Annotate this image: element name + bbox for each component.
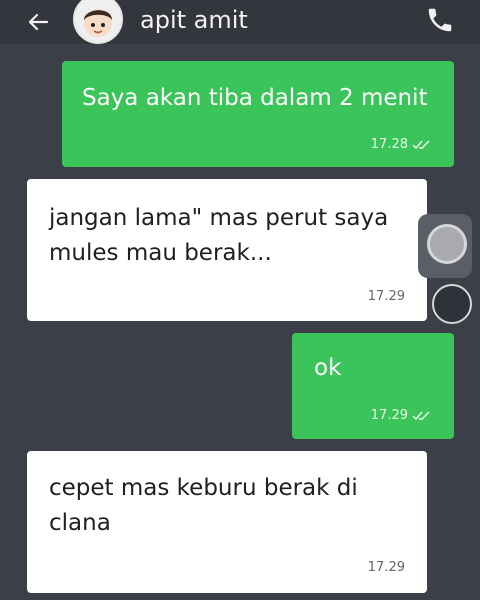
message-line-1: jangan lama" mas perut saya <box>49 205 389 231</box>
message-meta: 17.28 <box>371 137 432 153</box>
message-text: jangan lama" mas perut saya mules mau be… <box>49 201 388 271</box>
message-line-2: clana <box>49 510 111 536</box>
call-button[interactable] <box>420 0 460 40</box>
double-check-icon <box>412 411 430 421</box>
message-line-2: mules mau berak... <box>49 240 272 266</box>
avatar[interactable] <box>73 0 123 44</box>
message-bubble-incoming[interactable]: cepet mas keburu berak di clana 17.29 <box>27 451 427 593</box>
phone-icon <box>428 8 452 32</box>
message-bubble-incoming[interactable]: jangan lama" mas perut saya mules mau be… <box>27 179 427 321</box>
message-text: ok <box>314 355 342 381</box>
arrow-left-icon <box>28 13 49 31</box>
message-meta: 17.29 <box>371 408 432 424</box>
back-button[interactable] <box>20 4 56 40</box>
avatar-face-icon <box>84 9 112 37</box>
message-bubble-outgoing[interactable]: Saya akan tiba dalam 2 menit 17.28 <box>62 61 454 167</box>
floating-circle-button[interactable] <box>432 284 472 324</box>
message-text: Saya akan tiba dalam 2 menit <box>82 85 428 111</box>
message-time: 17.29 <box>367 289 405 304</box>
message-time: 17.29 <box>367 560 405 575</box>
message-time: 17.28 <box>370 137 408 152</box>
chat-header: apit amit <box>0 0 480 44</box>
message-time: 17.29 <box>370 408 408 423</box>
double-check-icon <box>412 140 430 150</box>
message-line-1: cepet mas keburu berak di <box>49 475 358 501</box>
floating-action-button[interactable] <box>418 214 472 278</box>
message-meta: 17.29 <box>368 560 405 576</box>
message-meta: 17.29 <box>368 289 405 305</box>
message-bubble-outgoing[interactable]: ok 17.29 <box>292 333 454 439</box>
message-text: cepet mas keburu berak di clana <box>49 471 358 541</box>
floating-button-dot-icon <box>427 224 467 264</box>
contact-name[interactable]: apit amit <box>140 4 248 36</box>
